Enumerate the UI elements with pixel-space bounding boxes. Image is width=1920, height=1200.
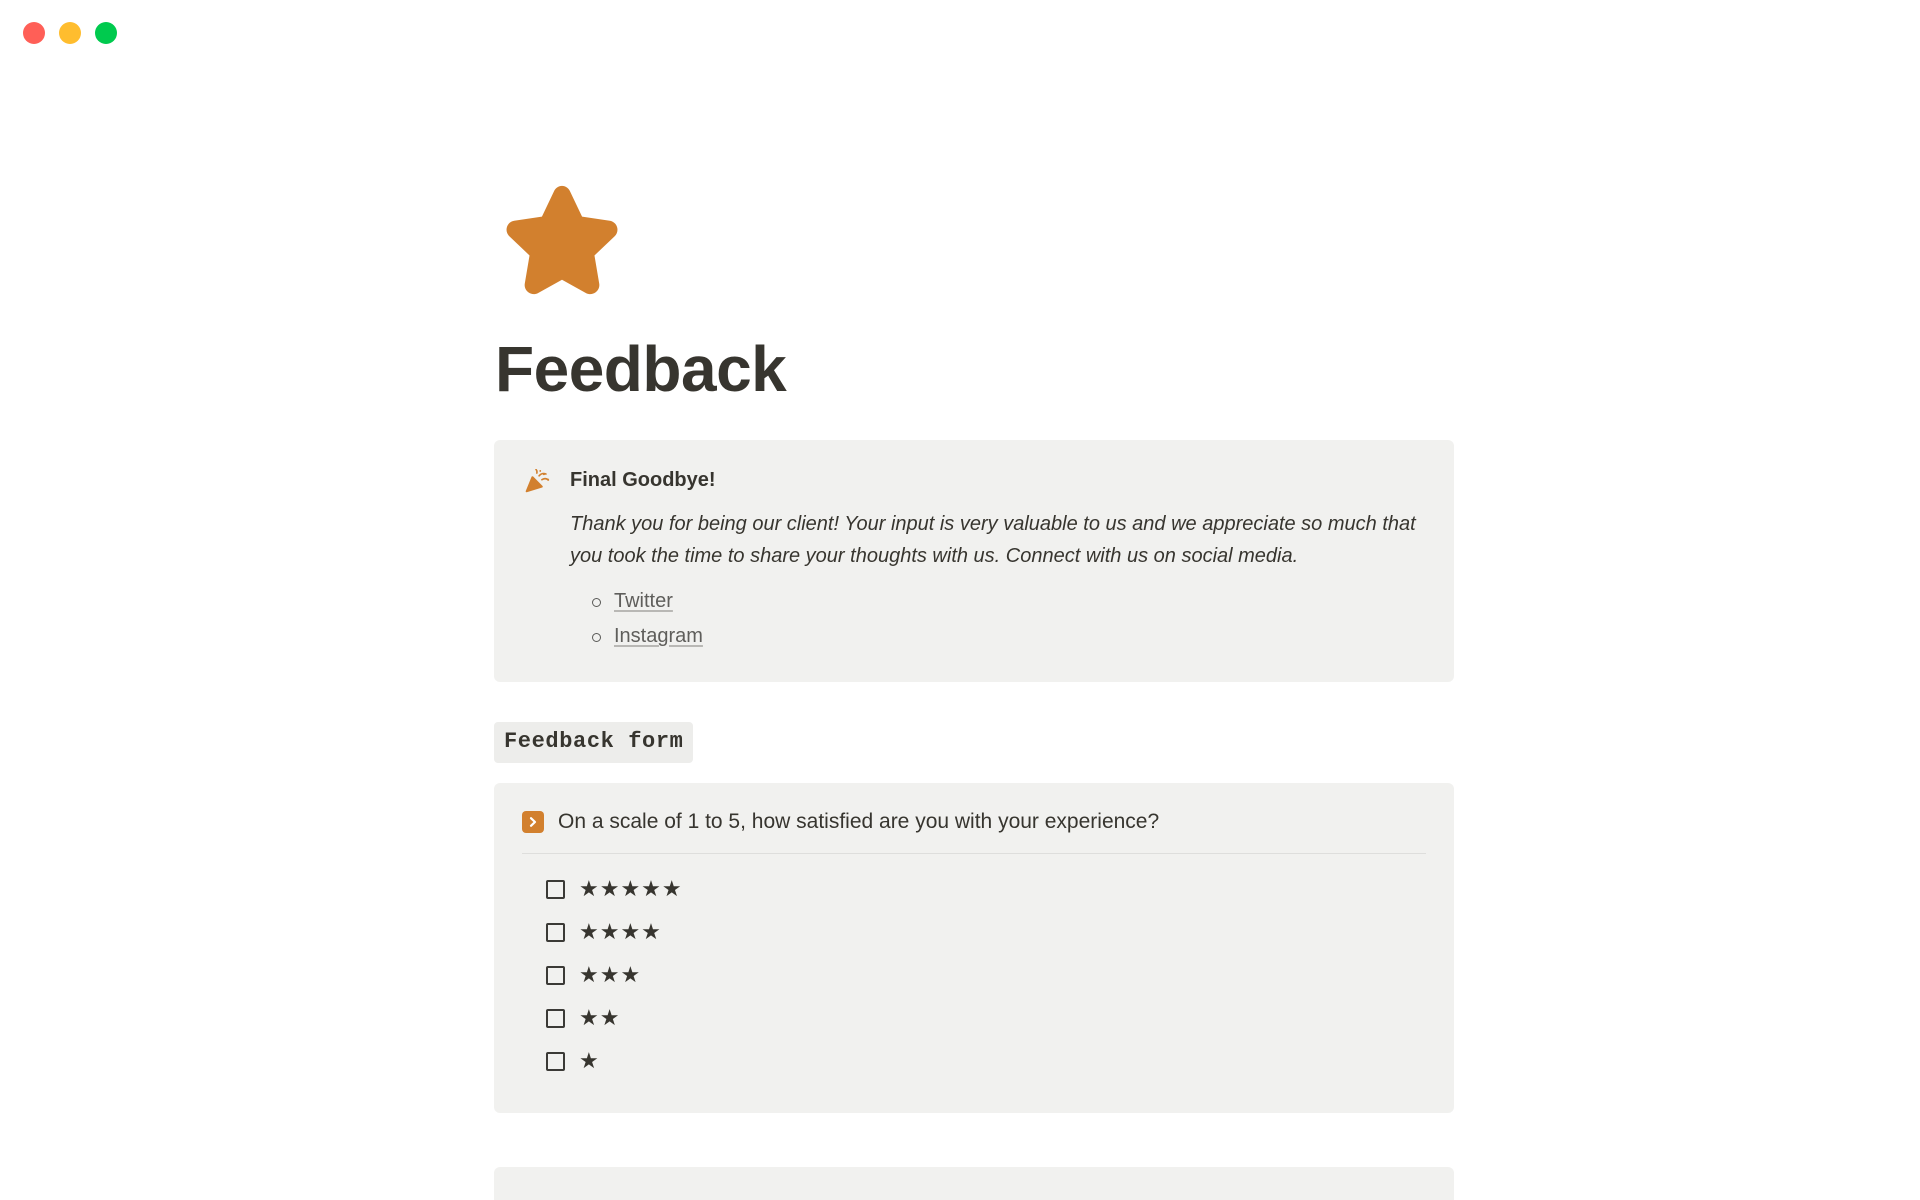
list-item[interactable]: ★★★★★	[522, 868, 1426, 911]
next-form-block	[494, 1166, 1454, 1200]
feedback-form-block: On a scale of 1 to 5, how satisfied are …	[494, 783, 1454, 1113]
rating-stars-1: ★	[579, 1048, 600, 1074]
rating-checkbox-1[interactable]	[546, 1051, 565, 1071]
minimize-window-button[interactable]	[59, 22, 81, 44]
star-icon[interactable]	[496, 176, 628, 308]
zoom-window-button[interactable]	[95, 22, 117, 44]
twitter-link[interactable]: Twitter	[614, 590, 673, 612]
rating-checkbox-5[interactable]	[546, 879, 565, 899]
close-window-button[interactable]	[23, 22, 45, 44]
list-item: Instagram	[592, 619, 1424, 654]
rating-stars-4: ★★★★	[579, 919, 662, 945]
rating-checkbox-3[interactable]	[546, 965, 565, 985]
list-item[interactable]: ★	[522, 1040, 1426, 1083]
content-column: Feedback Final Goodbye! Thank you for be…	[494, 66, 1454, 1200]
question-text: On a scale of 1 to 5, how satisfied are …	[558, 810, 1160, 834]
callout-heading: Final Goodbye!	[570, 468, 716, 491]
question-row: On a scale of 1 to 5, how satisfied are …	[522, 807, 1426, 854]
feedback-form-code-label: Feedback form	[494, 722, 694, 764]
social-links-list: Twitter Instagram	[570, 584, 1424, 654]
page-scroll-area[interactable]: Feedback Final Goodbye! Thank you for be…	[0, 66, 1920, 1200]
rating-options: ★★★★★ ★★★★ ★★★ ★★ ★	[522, 854, 1426, 1083]
rating-stars-5: ★★★★★	[579, 876, 683, 902]
party-popper-icon	[524, 466, 552, 495]
rating-checkbox-2[interactable]	[546, 1008, 565, 1028]
page-title: Feedback	[495, 333, 787, 405]
list-item[interactable]: ★★★	[522, 954, 1426, 997]
rating-stars-3: ★★★	[579, 962, 642, 988]
window-title-bar	[0, 0, 1920, 66]
callout-text: Thank you for being our client! Your inp…	[570, 512, 1416, 568]
list-item[interactable]: ★★★★	[522, 911, 1426, 954]
callout-body: Final Goodbye! Thank you for being our c…	[570, 466, 1424, 655]
list-item: Twitter	[592, 584, 1424, 619]
rating-checkbox-4[interactable]	[546, 922, 565, 942]
callout-block: Final Goodbye! Thank you for being our c…	[494, 439, 1454, 683]
list-item[interactable]: ★★	[522, 997, 1426, 1040]
rating-stars-2: ★★	[579, 1005, 621, 1031]
section-heading: Feedback form	[494, 722, 1454, 764]
chevron-right-icon[interactable]	[522, 810, 544, 833]
instagram-link[interactable]: Instagram	[614, 625, 703, 647]
